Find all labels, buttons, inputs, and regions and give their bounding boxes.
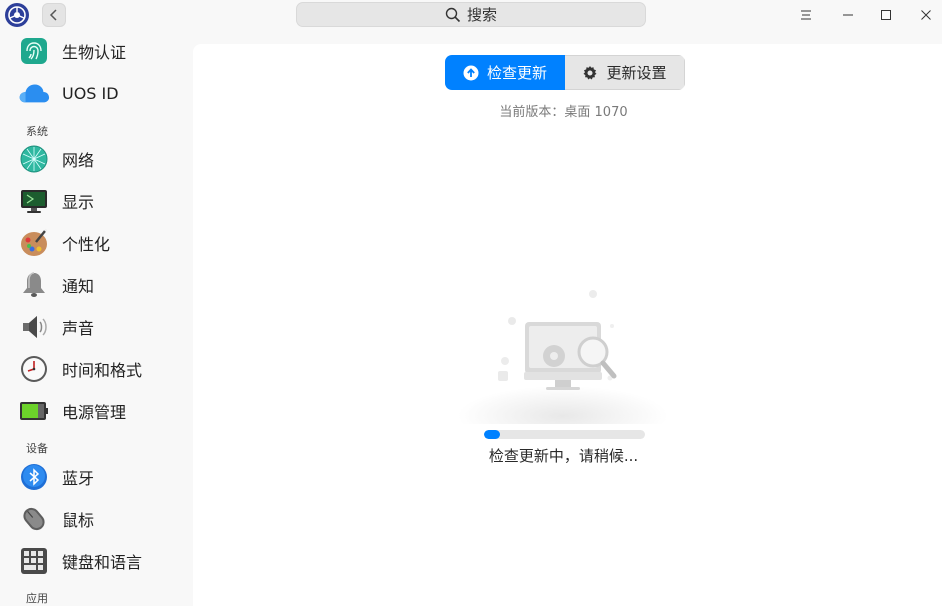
clock-icon xyxy=(18,353,50,385)
sidebar-item-display[interactable]: 显示 xyxy=(0,181,183,221)
sidebar-item-label: 键盘和语言 xyxy=(62,553,143,572)
check-update-button[interactable]: 检查更新 xyxy=(445,55,565,90)
sidebar-item-label: 个性化 xyxy=(62,235,111,254)
display-icon xyxy=(18,185,50,217)
sidebar-item-label: 声音 xyxy=(62,319,95,338)
personalization-icon xyxy=(18,227,50,259)
sidebar-item-datetime[interactable]: 时间和格式 xyxy=(0,349,183,389)
sidebar: 生物认证 UOS ID 系统 网络 显示 个性化 通知 声音 时间和格式 电源管… xyxy=(0,35,183,606)
update-tabs: 检查更新 更新设置 xyxy=(445,55,685,90)
progress-bar xyxy=(484,430,645,439)
sidebar-item-mouse[interactable]: 鼠标 xyxy=(0,499,183,539)
main-panel: 检查更新 更新设置 当前版本：桌面 1070 检查更新中，请稍候... xyxy=(193,44,942,606)
sidebar-item-label: 网络 xyxy=(62,151,95,170)
sidebar-item-label: 蓝牙 xyxy=(62,469,95,488)
section-title-apps: 应用 xyxy=(26,592,48,605)
search-icon xyxy=(445,7,461,22)
chevron-left-icon xyxy=(49,9,57,21)
upload-arrow-icon xyxy=(463,65,479,80)
sidebar-item-uos-id[interactable]: UOS ID xyxy=(0,73,183,113)
update-settings-button[interactable]: 更新设置 xyxy=(565,55,685,90)
sidebar-item-label: 电源管理 xyxy=(62,403,127,422)
minimize-button[interactable] xyxy=(828,2,868,28)
sidebar-item-label: UOS ID xyxy=(62,83,119,103)
maximize-icon xyxy=(881,10,891,20)
menu-button[interactable] xyxy=(786,2,826,28)
search-placeholder: 搜索 xyxy=(466,6,497,24)
sidebar-item-label: 显示 xyxy=(62,193,95,212)
sidebar-item-sound[interactable]: 声音 xyxy=(0,307,183,347)
keyboard-icon xyxy=(18,545,50,577)
sidebar-item-power[interactable]: 电源管理 xyxy=(0,391,183,431)
app-logo-icon[interactable] xyxy=(5,3,29,27)
checking-updates-illustration xyxy=(458,290,668,424)
sidebar-item-label: 生物认证 xyxy=(62,43,127,62)
menu-icon xyxy=(801,10,811,20)
close-icon xyxy=(921,10,931,20)
speaker-icon xyxy=(18,311,50,343)
update-settings-label: 更新设置 xyxy=(606,64,667,82)
close-button[interactable] xyxy=(906,2,942,28)
sidebar-item-label: 时间和格式 xyxy=(62,361,143,380)
mouse-icon xyxy=(18,503,50,535)
title-bar: 搜索 xyxy=(0,0,942,35)
sidebar-item-label: 通知 xyxy=(62,277,95,296)
back-button[interactable] xyxy=(42,3,66,27)
sidebar-item-keyboard[interactable]: 键盘和语言 xyxy=(0,541,183,581)
bluetooth-icon xyxy=(18,461,50,493)
check-update-label: 检查更新 xyxy=(486,64,547,82)
biometric-icon xyxy=(18,35,50,67)
sidebar-item-personalization[interactable]: 个性化 xyxy=(0,223,183,263)
network-icon xyxy=(18,143,50,175)
section-title-devices: 设备 xyxy=(26,442,48,455)
sidebar-item-network[interactable]: 网络 xyxy=(0,139,183,179)
battery-icon xyxy=(18,395,50,427)
sidebar-item-bluetooth[interactable]: 蓝牙 xyxy=(0,457,183,497)
sidebar-item-label: 鼠标 xyxy=(62,511,95,530)
bell-icon xyxy=(18,269,50,301)
sidebar-item-notification[interactable]: 通知 xyxy=(0,265,183,305)
progress-fill xyxy=(484,430,501,439)
gear-icon xyxy=(583,65,597,79)
current-version-text: 当前版本：桌面 1070 xyxy=(499,105,628,120)
checking-status-text: 检查更新中，请稍候... xyxy=(488,447,639,465)
maximize-button[interactable] xyxy=(866,2,906,28)
minimize-icon xyxy=(843,14,853,16)
section-title-system: 系统 xyxy=(26,125,48,138)
cloud-icon xyxy=(18,77,50,109)
sidebar-item-biometric[interactable]: 生物认证 xyxy=(0,35,183,71)
search-input[interactable]: 搜索 xyxy=(296,2,646,27)
